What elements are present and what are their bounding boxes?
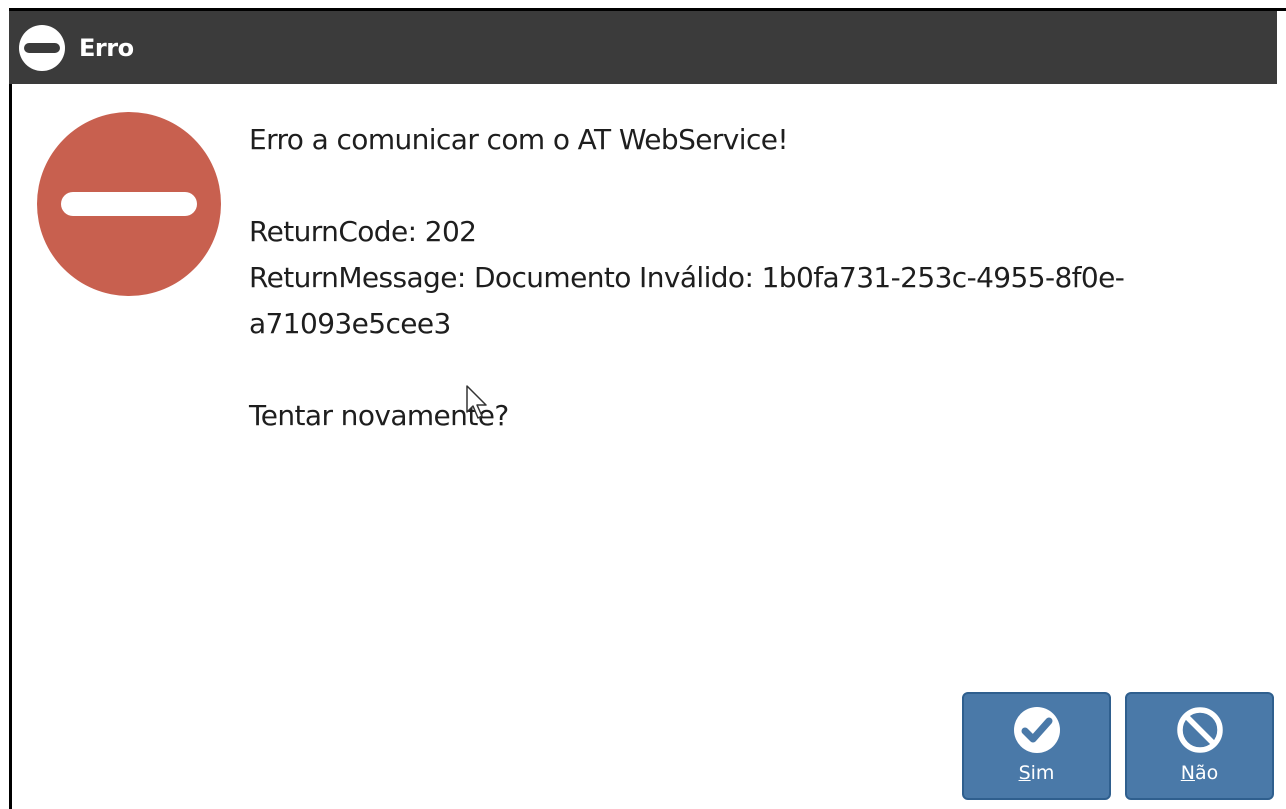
prohibited-icon — [1176, 707, 1223, 753]
sim-accelerator: S — [1018, 762, 1031, 784]
nao-label-rest: ão — [1194, 762, 1219, 784]
message-line-return-message: ReturnMessage: Documento Inválido: 1b0fa… — [249, 261, 1125, 294]
sim-label-rest: im — [1030, 762, 1055, 784]
sim-button[interactable]: Sim — [962, 692, 1111, 800]
error-minus-icon — [19, 25, 65, 71]
dialog-message: Erro a comunicar com o AT WebService! Re… — [249, 117, 1259, 439]
sim-button-label: Sim — [964, 762, 1109, 784]
mouse-cursor-icon — [466, 385, 487, 419]
error-stop-icon — [37, 112, 221, 296]
nao-button[interactable]: Não — [1125, 692, 1274, 800]
message-line-error: Erro a comunicar com o AT WebService! — [249, 123, 789, 156]
message-line-question: Tentar novamente? — [249, 399, 509, 432]
dialog-titlebar[interactable]: Erro — [9, 11, 1277, 84]
message-line-return-message-cont: a71093e5cee3 — [249, 307, 451, 340]
dialog-title: Erro — [79, 34, 134, 62]
nao-accelerator: N — [1180, 762, 1195, 784]
check-circle-icon — [1013, 707, 1060, 753]
message-line-return-code: ReturnCode: 202 — [249, 215, 477, 248]
nao-button-label: Não — [1127, 762, 1272, 784]
